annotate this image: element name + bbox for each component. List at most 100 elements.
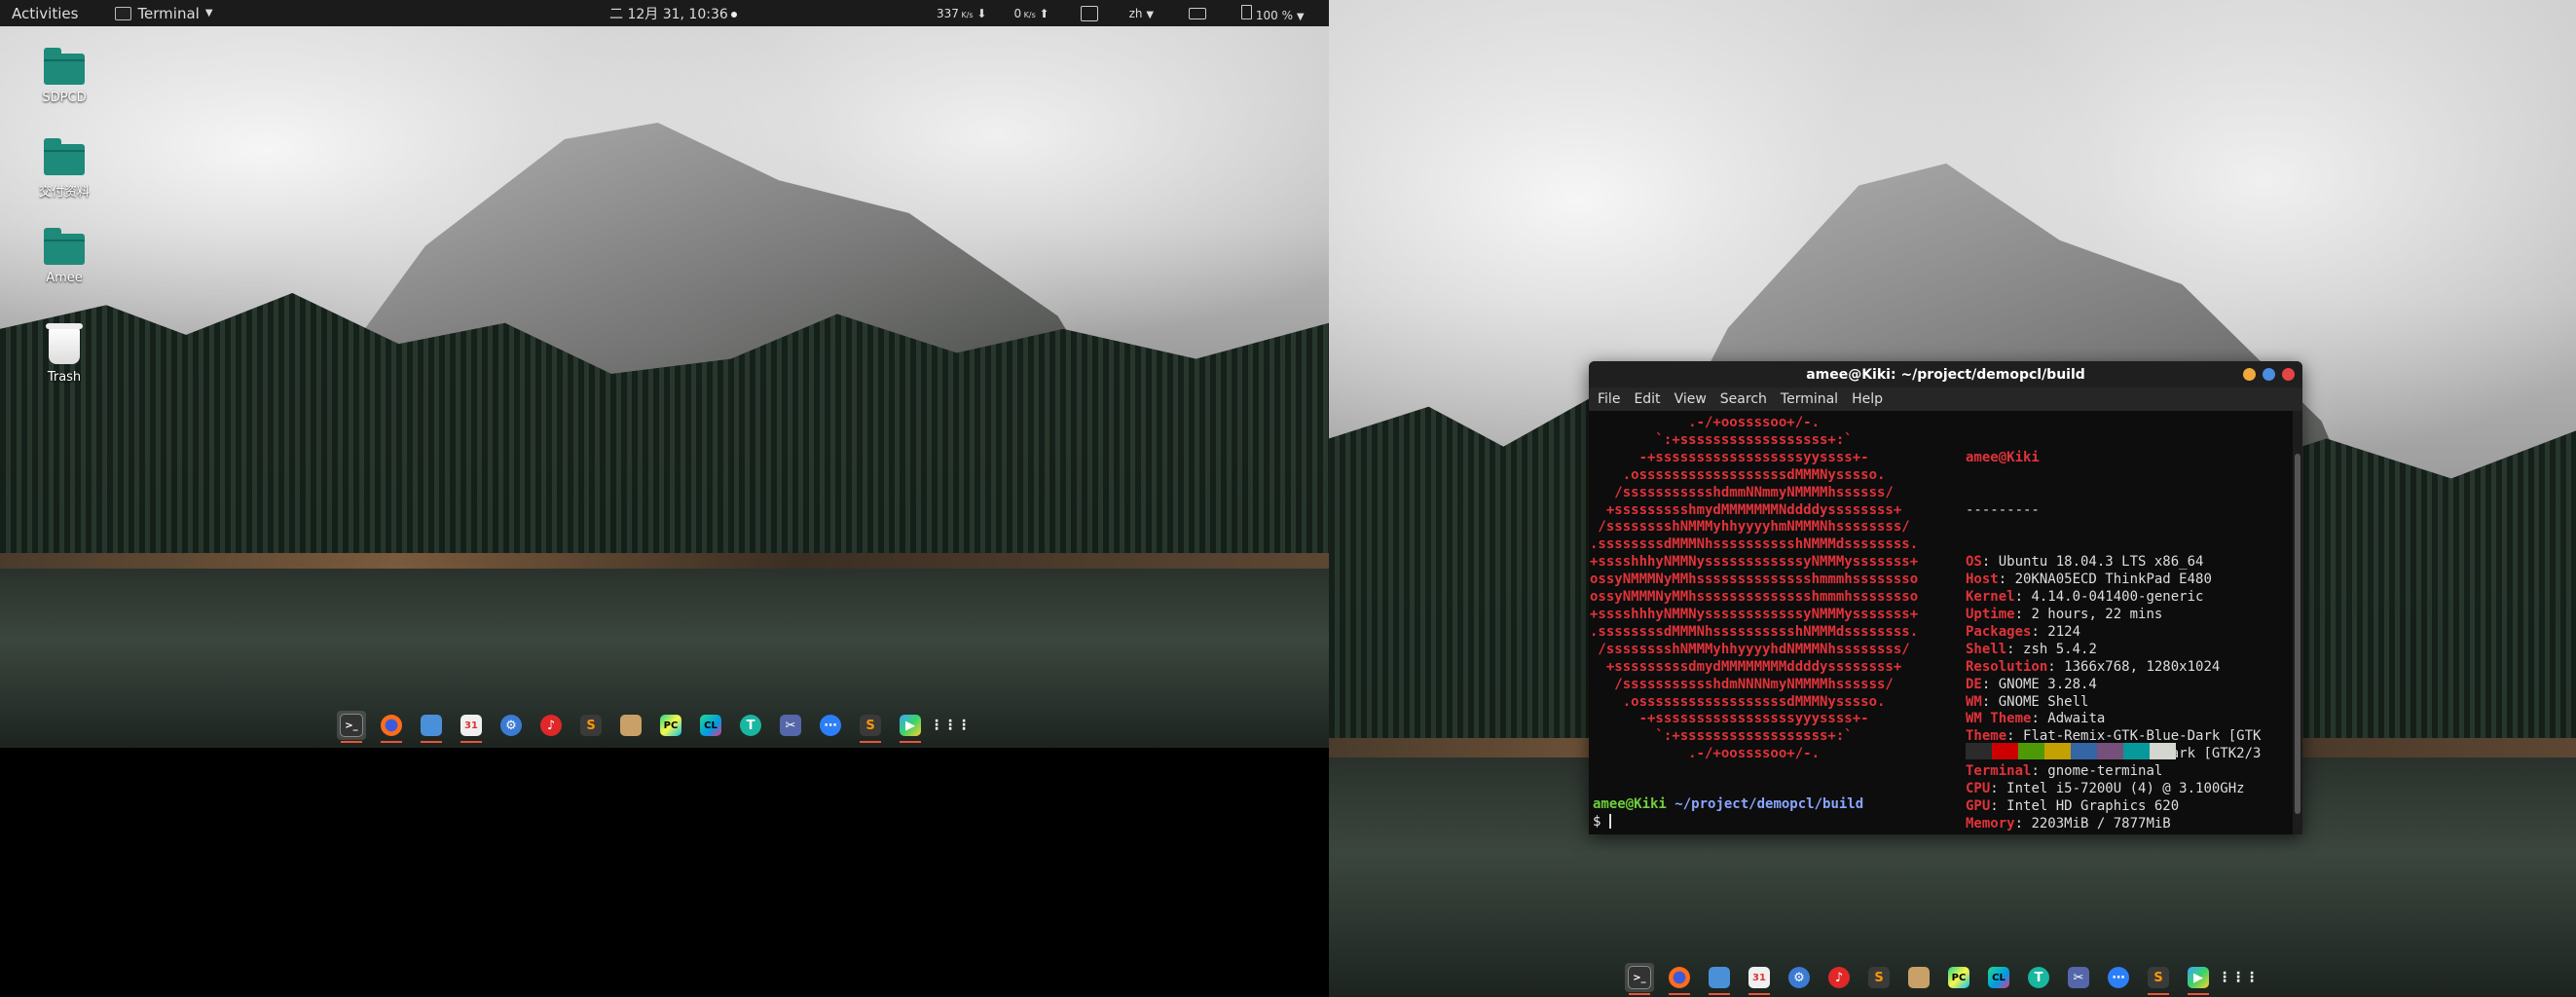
- dock-firefox[interactable]: [377, 711, 406, 743]
- desktop-icon-label: 交付资料: [38, 185, 90, 200]
- dock-netease-music[interactable]: ♪: [1824, 963, 1854, 992]
- dock-calendar[interactable]: 31: [1745, 963, 1774, 995]
- clock[interactable]: 二 12月 31, 10:36: [609, 4, 737, 23]
- info-value: Flat-Remix-GTK-Blue-Dark [GTK: [2023, 728, 2262, 745]
- dock-app-grid[interactable]: ⋮⋮⋮: [2218, 963, 2259, 992]
- dock-sublime[interactable]: S: [1864, 963, 1894, 992]
- menu-help[interactable]: Help: [1852, 391, 1883, 407]
- dock-sublime-merge[interactable]: S: [856, 711, 885, 743]
- dock-firefox[interactable]: [1665, 963, 1694, 995]
- desktop-icon-label: Amee: [46, 271, 83, 285]
- info-value: zsh 5.4.2: [2023, 641, 2097, 657]
- dock-app-grid[interactable]: ⋮⋮⋮: [930, 711, 971, 740]
- info-key: Shell: [1966, 641, 2007, 657]
- info-key: Host: [1966, 572, 1999, 588]
- dock-chat[interactable]: ⋯: [2104, 963, 2133, 992]
- info-line: WM Theme: Adwaita: [1966, 711, 2106, 727]
- dock-archive[interactable]: [1904, 963, 1933, 992]
- maximize-button[interactable]: [2263, 368, 2275, 381]
- net-speed-down: 337 K/s ⬇: [937, 6, 987, 20]
- desktop-icon-delivery[interactable]: 交付资料: [20, 138, 108, 200]
- chevron-down-icon: ▼: [204, 8, 213, 18]
- info-line: WM: GNOME Shell: [1966, 693, 2089, 710]
- info-key: Terminal: [1966, 763, 2032, 780]
- minimize-button[interactable]: [2243, 368, 2256, 381]
- dock-typora[interactable]: T: [2024, 963, 2053, 992]
- info-value: 20KNA05ECD ThinkPad E480: [2014, 572, 2212, 588]
- dock-typora[interactable]: T: [736, 711, 765, 740]
- sublime-text-icon: S: [1868, 967, 1890, 988]
- player-icon: ▶: [2188, 967, 2209, 988]
- dock-calendar[interactable]: 31: [457, 711, 486, 743]
- palette-swatch: [2123, 743, 2150, 759]
- desktop-icon-trash[interactable]: Trash: [20, 323, 108, 385]
- info-key: OS: [1966, 554, 1982, 571]
- status-area[interactable]: 337 K/s ⬇ 0 K/s ⬆ zh ▼ 100 % ▼: [937, 4, 1305, 22]
- system-menu[interactable]: 100 % ▼: [1241, 4, 1305, 22]
- info-key: CPU: [1966, 781, 1991, 797]
- info-line: GPU: Intel HD Graphics 620: [1966, 797, 2180, 814]
- scrollbar-thumb[interactable]: [2295, 454, 2300, 814]
- window-titlebar[interactable]: amee@Kiki: ~/project/demopcl/build: [1589, 361, 2302, 388]
- info-key: Resolution: [1966, 658, 2048, 675]
- activities-button[interactable]: Activities: [12, 5, 78, 22]
- menu-bar: File Edit View Search Terminal Help: [1589, 388, 2302, 411]
- dock-chat[interactable]: ⋯: [816, 711, 845, 740]
- dock-archive[interactable]: [616, 711, 645, 740]
- system-info: amee@Kiki --------- OS: Ubuntu 18.04.3 L…: [1966, 415, 2261, 833]
- user-host: amee@Kiki: [1966, 449, 2040, 465]
- scrollbar[interactable]: [2293, 411, 2302, 834]
- top-bar: Activities Terminal ▼ 二 12月 31, 10:36 33…: [0, 0, 1329, 26]
- dock-player[interactable]: ▶: [2184, 963, 2213, 995]
- shell-prompt[interactable]: amee@Kiki ~/project/demopcl/build $: [1593, 796, 1863, 831]
- menu-file[interactable]: File: [1598, 391, 1620, 407]
- dock-sublime-merge[interactable]: S: [2144, 963, 2173, 995]
- dock-clion[interactable]: CL: [696, 711, 725, 740]
- net-speed-up: 0 K/s ⬆: [1013, 6, 1049, 20]
- info-value: Intel HD Graphics 620: [2006, 797, 2180, 814]
- dock-screenshot[interactable]: ✂: [2064, 963, 2093, 992]
- input-method[interactable]: zh ▼: [1129, 7, 1154, 20]
- desktop-icon-label: Trash: [47, 370, 82, 385]
- dock-screenshot[interactable]: ✂: [776, 711, 805, 740]
- menu-search[interactable]: Search: [1720, 391, 1767, 407]
- menu-view[interactable]: View: [1674, 391, 1707, 407]
- dock-files[interactable]: [1705, 963, 1734, 995]
- files-icon: [421, 715, 442, 736]
- folder-icon: [44, 228, 85, 265]
- close-button[interactable]: [2282, 368, 2295, 381]
- desktop-icon-amee[interactable]: Amee: [20, 228, 108, 285]
- dock-terminal[interactable]: >_: [337, 711, 366, 743]
- app-menu-label: Terminal: [137, 4, 200, 22]
- info-key: Kernel: [1966, 589, 2015, 606]
- menu-edit[interactable]: Edit: [1634, 391, 1660, 407]
- dock-player[interactable]: ▶: [896, 711, 925, 743]
- sublime-text-icon: S: [580, 715, 602, 736]
- dock-netease-music[interactable]: ♪: [536, 711, 566, 740]
- sublime-merge-icon: S: [860, 715, 881, 736]
- info-value: 2124: [2047, 623, 2081, 640]
- dock-pycharm[interactable]: PC: [1944, 963, 1973, 992]
- dock-clion[interactable]: CL: [1984, 963, 2013, 992]
- info-value: 1366x768, 1280x1024: [2064, 658, 2221, 675]
- desktop-icon-sdpcd[interactable]: SDPCD: [20, 48, 108, 105]
- dock-pycharm[interactable]: PC: [656, 711, 685, 740]
- menu-terminal[interactable]: Terminal: [1781, 391, 1838, 407]
- pycharm-icon: PC: [660, 715, 681, 736]
- palette-swatch: [2071, 743, 2097, 759]
- terminal-window[interactable]: amee@Kiki: ~/project/demopcl/build File …: [1589, 361, 2302, 834]
- info-key: Uptime: [1966, 606, 2015, 622]
- palette-swatch: [2097, 743, 2123, 759]
- notification-icon[interactable]: [1189, 7, 1207, 19]
- dock-sublime[interactable]: S: [576, 711, 606, 740]
- app-menu[interactable]: Terminal ▼: [115, 4, 213, 22]
- dock-settings[interactable]: ⚙: [497, 711, 526, 740]
- info-value: GNOME 3.28.4: [1998, 676, 2097, 692]
- info-line: Resolution: 1366x768, 1280x1024: [1966, 658, 2221, 675]
- clipboard-icon[interactable]: [1080, 5, 1098, 21]
- settings-icon: ⚙: [1788, 967, 1810, 988]
- dock-terminal[interactable]: >_: [1625, 963, 1654, 995]
- dock-files[interactable]: [417, 711, 446, 743]
- terminal-output[interactable]: .-/+oossssoo+/-. `:+ssssssssssssssssss+:…: [1589, 411, 2293, 834]
- dock-settings[interactable]: ⚙: [1785, 963, 1814, 992]
